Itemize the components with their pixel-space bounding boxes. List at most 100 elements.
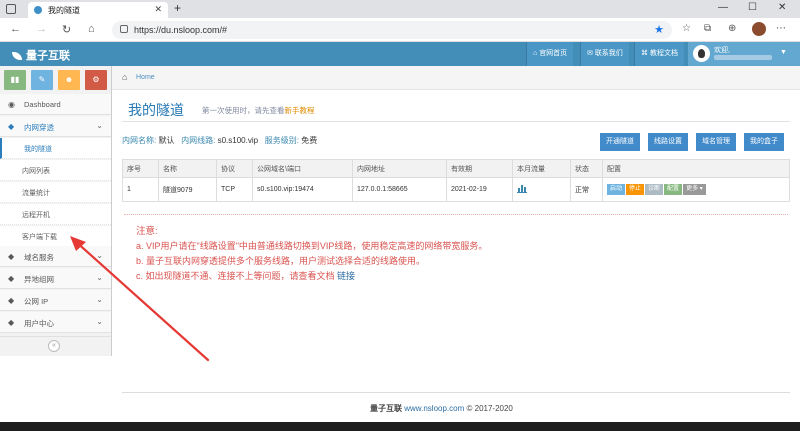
col-local: 内网地址	[352, 159, 447, 178]
sidebar-sub-my-tunnels[interactable]: 我的隧道	[0, 138, 111, 159]
table-row: 1 隧道9079 TCP s0.s100.vip:19474 127.0.0.1…	[122, 177, 790, 202]
sidebar-item-label: Dashboard	[24, 100, 61, 109]
sidebar-sub-label: 我的隧道	[24, 146, 52, 153]
contact-us-button[interactable]: ✉ 联系我们	[580, 42, 629, 66]
stop-button[interactable]: 停止	[626, 184, 645, 195]
collapse-sidebar-icon[interactable]: «	[48, 340, 60, 352]
cell-protocol: TCP	[216, 177, 253, 202]
tutorial-link[interactable]: 新手教程	[285, 106, 315, 115]
more-menu-icon[interactable]: ⋯	[776, 23, 786, 34]
edit-shortcut-button[interactable]: ✎	[31, 70, 53, 90]
new-tab-icon[interactable]: +	[174, 1, 181, 15]
sidebar-item-label: 异地组网	[24, 275, 54, 284]
bar-chart-icon[interactable]	[517, 184, 527, 193]
more-dropdown-button[interactable]: 更多 ▾	[683, 184, 706, 195]
footer: 量子互联 www.nsloop.com © 2017-2020	[370, 403, 513, 414]
lock-icon	[120, 25, 128, 33]
sidebar-sub-remote-boot[interactable]: 远程开机	[0, 204, 111, 225]
footer-site-link[interactable]: www.nsloop.com	[404, 404, 464, 413]
back-icon[interactable]: ←	[10, 23, 21, 35]
footer-brand: 量子互联	[370, 404, 402, 413]
docs-button[interactable]: ⌘ 教程文档	[634, 42, 684, 66]
intranet-name-value: 默认	[158, 136, 175, 145]
cell-expire: 2021-02-19	[446, 177, 513, 202]
tag-icon: ◆	[8, 318, 15, 327]
cell-local: 127.0.0.1:58665	[352, 177, 447, 202]
docs-link[interactable]: 链接	[337, 271, 355, 281]
config-button[interactable]: 配置	[664, 184, 683, 195]
footer-copyright: © 2017-2020	[466, 404, 513, 413]
favicon-icon	[34, 6, 42, 14]
open-tunnel-button[interactable]: 开通隧道	[600, 133, 640, 151]
favorite-star-icon[interactable]: ★	[654, 23, 664, 36]
sidebar-item-dashboard[interactable]: ◉ Dashboard	[0, 94, 111, 115]
app-header: 量子互联 ⌂ 官网首页 ✉ 联系我们 ⌘ 教程文档 欢迎, ▼	[0, 42, 800, 66]
share-icon[interactable]: ⊕	[728, 23, 736, 34]
col-protocol: 协议	[216, 159, 253, 178]
tunnel-table: 序号 名称 协议 公网域名\端口 内网地址 有效期 本月流量 状态 配置 1 隧…	[122, 159, 790, 202]
home-icon[interactable]: ⌂	[122, 72, 127, 82]
sidebar-sub-label: 远程开机	[22, 212, 50, 219]
extensions-icon[interactable]: ⧉	[704, 23, 711, 34]
signal-icon: ▮▮	[10, 75, 20, 84]
brand-logo[interactable]: 量子互联	[12, 47, 70, 63]
sidebar-item-networking[interactable]: ◆ 异地组网 ⌄	[0, 268, 111, 289]
collections-icon[interactable]: ☆	[682, 23, 691, 34]
domain-manage-button[interactable]: 域名管理	[696, 133, 736, 151]
maximize-icon[interactable]: ☐	[748, 2, 757, 13]
home-button-icon[interactable]: ⌂	[88, 23, 95, 35]
sidebar-item-label: 公网 IP	[24, 297, 49, 306]
line-settings-button[interactable]: 线路设置	[648, 133, 688, 151]
notice-line-a: a. VIP用户请在"线路设置"中由普通线路切换到VIP线路，使用稳定高速的网络…	[136, 241, 488, 251]
tag-icon: ◆	[8, 122, 15, 131]
subtitle-text: 第一次使用时，请先查看	[202, 106, 285, 115]
sidebar-sub-intranet-list[interactable]: 内网列表	[0, 160, 111, 181]
sidebar-item-label: 内网穿透	[24, 123, 54, 132]
url-input[interactable]: https://du.nsloop.com/# ★	[112, 21, 672, 39]
users-shortcut-button[interactable]: ☻	[58, 70, 80, 90]
notice-line-c-text: c. 如出现隧道不通、连接不上等问题，请查看文档	[136, 271, 335, 281]
cell-no: 1	[122, 177, 159, 202]
minimize-icon[interactable]: —	[718, 2, 728, 13]
footer-divider	[122, 392, 790, 393]
start-button[interactable]: 启动	[607, 184, 626, 195]
intranet-info: 内网名称: 默认 内网线路: s0.s100.vip 服务级别: 免费	[122, 135, 317, 146]
pencil-icon: ✎	[38, 75, 46, 84]
col-expire: 有效期	[446, 159, 513, 178]
tag-icon: ◆	[8, 274, 15, 283]
users-icon: ☻	[64, 75, 74, 84]
tab-actions-icon[interactable]	[6, 4, 16, 14]
stats-shortcut-button[interactable]: ▮▮	[4, 70, 26, 90]
sidebar-item-user-center[interactable]: ◆ 用户中心 ⌄	[0, 312, 111, 333]
official-site-button[interactable]: ⌂ 官网首页	[526, 42, 574, 66]
sidebar-item-public-ip[interactable]: ◆ 公网 IP ⌄	[0, 290, 111, 311]
url-text: https://du.nsloop.com/#	[134, 25, 228, 35]
sidebar-item-intranet[interactable]: ◆ 内网穿透 ⌄	[0, 116, 111, 137]
browser-tab[interactable]: 我的隧道 ✕	[28, 2, 168, 18]
sidebar-sub-label: 流量统计	[22, 190, 50, 197]
table-header-row: 序号 名称 协议 公网域名\端口 内网地址 有效期 本月流量 状态 配置	[122, 159, 790, 178]
profile-avatar[interactable]	[752, 22, 766, 36]
welcome-text: 欢迎,	[714, 47, 730, 54]
brand-name: 量子互联	[26, 50, 70, 62]
user-menu[interactable]: 欢迎, ▼	[688, 42, 800, 66]
settings-shortcut-button[interactable]: ⚙	[85, 70, 107, 90]
diagnose-button[interactable]: 诊断	[645, 184, 664, 195]
sidebar-item-domain[interactable]: ◆ 域名服务 ⌄	[0, 246, 111, 267]
close-window-icon[interactable]: ✕	[778, 2, 786, 13]
col-no: 序号	[122, 159, 159, 178]
address-bar-row: ← → ↻ ⌂ https://du.nsloop.com/# ★ ☆ ⧉ ⊕ …	[0, 18, 800, 42]
sidebar-sub-traffic-stats[interactable]: 流量统计	[0, 182, 111, 203]
leaf-icon	[12, 52, 22, 61]
forward-icon[interactable]: →	[36, 23, 47, 35]
reload-icon[interactable]: ↻	[62, 23, 71, 36]
sidebar-sub-client-download[interactable]: 客户端下载	[0, 226, 111, 247]
cell-public: s0.s100.vip:19474	[252, 177, 353, 202]
service-level-value: 免费	[301, 136, 318, 145]
tab-title: 我的隧道	[48, 6, 80, 15]
close-tab-icon[interactable]: ✕	[154, 4, 162, 15]
title-divider	[122, 121, 790, 122]
col-status: 状态	[570, 159, 603, 178]
breadcrumb-home[interactable]: Home	[136, 74, 155, 81]
my-box-button[interactable]: 我的盒子	[744, 133, 784, 151]
